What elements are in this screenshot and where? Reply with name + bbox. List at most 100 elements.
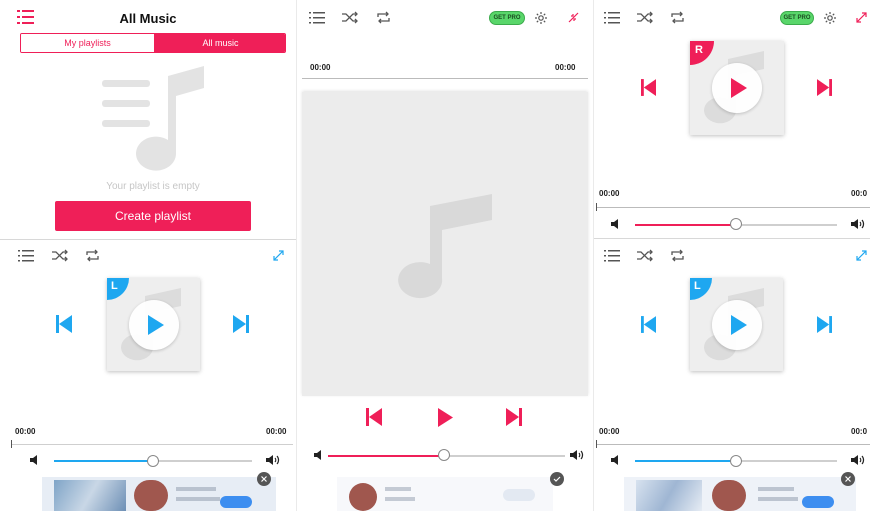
empty-playlist-icon <box>102 66 204 171</box>
volume-knob[interactable] <box>147 455 159 467</box>
play-button[interactable] <box>129 300 179 350</box>
ad-image <box>54 480 126 511</box>
elapsed-time: 00:00 <box>599 189 620 198</box>
ad-cta[interactable] <box>802 496 834 508</box>
progress-start-mark <box>11 440 12 448</box>
ad-avatar <box>134 480 168 511</box>
progress-bar[interactable] <box>302 78 588 79</box>
total-time: 00:0 <box>851 189 868 198</box>
progress-start-mark <box>596 203 597 211</box>
repeat-icon[interactable] <box>376 11 391 24</box>
divider <box>0 239 296 240</box>
badge-letter: L <box>694 280 701 292</box>
volume-low-icon[interactable] <box>610 455 620 465</box>
next-icon[interactable] <box>506 408 522 426</box>
volume-knob[interactable] <box>730 218 742 230</box>
next-icon[interactable] <box>817 79 832 96</box>
volume-high-icon[interactable] <box>850 454 866 466</box>
volume-low-icon[interactable] <box>610 219 620 229</box>
ad-close-icon[interactable] <box>841 472 855 486</box>
ad-text <box>758 497 798 501</box>
panel-now-playing: GET PRO 00:00 00:00 <box>297 0 593 511</box>
settings-icon[interactable] <box>823 11 837 25</box>
ad-close-icon[interactable] <box>550 472 564 486</box>
collapse-icon[interactable] <box>567 11 580 24</box>
playlist-icon[interactable] <box>604 12 620 24</box>
panel-playlists: All Music My playlists All music Your pl… <box>0 0 296 511</box>
badge-letter: R <box>695 44 703 56</box>
volume-knob[interactable] <box>730 455 742 467</box>
expand-icon[interactable] <box>855 11 868 24</box>
total-time: 00:0 <box>851 427 868 436</box>
create-playlist-button[interactable]: Create playlist <box>55 201 251 231</box>
volume-high-icon[interactable] <box>569 449 585 461</box>
segmented-control: My playlists All music <box>20 33 286 53</box>
divider <box>594 238 870 239</box>
previous-icon[interactable] <box>56 315 72 333</box>
ad-banner[interactable] <box>337 477 553 511</box>
album-art-large <box>302 92 588 396</box>
playlist-icon[interactable] <box>309 12 325 24</box>
previous-icon[interactable] <box>366 408 382 426</box>
repeat-icon[interactable] <box>670 249 685 262</box>
ad-banner[interactable] <box>624 477 856 511</box>
progress-bar[interactable] <box>11 444 293 445</box>
elapsed-time: 00:00 <box>310 63 331 72</box>
album-art: L <box>107 278 200 371</box>
play-icon <box>731 78 747 98</box>
volume-high-icon[interactable] <box>265 454 281 466</box>
play-icon[interactable] <box>438 408 453 427</box>
get-pro-button[interactable]: GET PRO <box>489 11 525 25</box>
settings-icon[interactable] <box>534 11 548 25</box>
volume-fill <box>328 455 444 457</box>
volume-fill <box>54 460 154 462</box>
ad-image <box>636 480 702 511</box>
volume-low-icon[interactable] <box>313 450 323 460</box>
tab-all-music[interactable]: All music <box>154 34 285 52</box>
ad-cta[interactable] <box>503 489 535 501</box>
repeat-icon[interactable] <box>670 11 685 24</box>
volume-fill <box>635 224 736 226</box>
total-time: 00:00 <box>266 427 287 436</box>
next-icon[interactable] <box>233 315 249 333</box>
play-button[interactable] <box>712 300 762 350</box>
ad-text <box>758 487 794 491</box>
playlist-icon[interactable] <box>18 250 34 262</box>
playlist-icon[interactable] <box>604 250 620 262</box>
ad-avatar <box>712 480 746 511</box>
progress-bar[interactable] <box>596 207 870 208</box>
shuffle-icon[interactable] <box>51 249 69 262</box>
shuffle-icon[interactable] <box>636 11 654 24</box>
elapsed-time: 00:00 <box>599 427 620 436</box>
music-note-icon <box>398 194 492 299</box>
repeat-icon[interactable] <box>85 249 100 262</box>
ad-text <box>176 487 216 491</box>
next-icon[interactable] <box>817 316 832 333</box>
previous-icon[interactable] <box>641 316 656 333</box>
shuffle-icon[interactable] <box>636 249 654 262</box>
ad-cta[interactable] <box>220 496 252 508</box>
get-pro-button[interactable]: GET PRO <box>780 11 814 25</box>
ad-avatar <box>349 483 377 511</box>
expand-icon[interactable] <box>855 249 868 262</box>
page-title: All Music <box>119 11 177 26</box>
volume-low-icon[interactable] <box>29 455 39 465</box>
ad-text <box>385 497 415 501</box>
volume-high-icon[interactable] <box>850 218 866 230</box>
tab-my-playlists[interactable]: My playlists <box>21 34 154 52</box>
volume-knob[interactable] <box>438 449 450 461</box>
ad-text <box>176 497 220 501</box>
ad-close-icon[interactable] <box>257 472 271 486</box>
elapsed-time: 00:00 <box>15 427 36 436</box>
shuffle-icon[interactable] <box>341 11 359 24</box>
expand-icon[interactable] <box>272 249 285 262</box>
progress-start-mark <box>596 440 597 448</box>
play-button[interactable] <box>712 63 762 113</box>
panel-dual-player: GET PRO R 00:00 00:0 L 00:00 00:0 <box>594 0 870 511</box>
previous-icon[interactable] <box>641 79 656 96</box>
ad-banner[interactable] <box>42 477 276 511</box>
progress-bar[interactable] <box>596 444 870 445</box>
album-art: R <box>690 41 784 135</box>
album-art: L <box>690 278 783 371</box>
ad-text <box>385 487 411 491</box>
